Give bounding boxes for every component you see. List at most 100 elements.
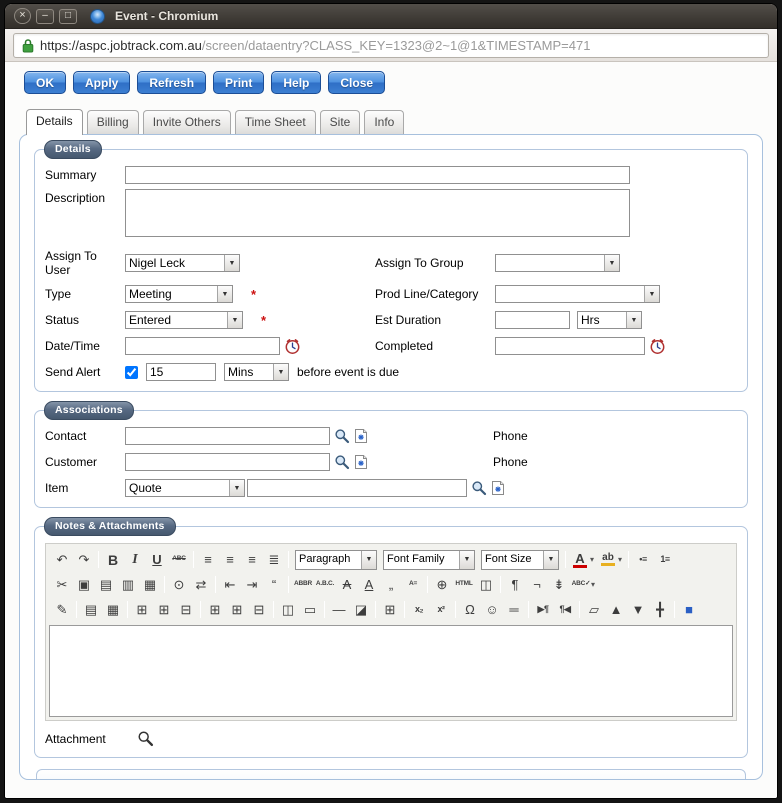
datetime-input[interactable] — [125, 337, 280, 355]
insert-column-after-icon[interactable]: ⊞ — [226, 599, 248, 620]
acronym-icon[interactable]: A.B.C. — [314, 574, 336, 595]
item-input[interactable] — [247, 479, 467, 497]
citation-icon[interactable]: „ — [380, 574, 402, 595]
underline-icon[interactable]: U — [146, 549, 168, 570]
customer-search-button[interactable] — [334, 454, 350, 470]
find-replace-icon[interactable]: ⇄ — [190, 574, 212, 595]
preview-icon[interactable]: ◫ — [475, 574, 497, 595]
insert-row-after-icon[interactable]: ⊞ — [153, 599, 175, 620]
delete-column-icon[interactable]: ⊟ — [248, 599, 270, 620]
print-button[interactable]: Print — [213, 71, 264, 94]
send-alert-checkbox[interactable] — [125, 366, 138, 379]
table-row-props-icon[interactable]: ▤ — [80, 599, 102, 620]
ok-button[interactable]: OK — [24, 71, 66, 94]
horizontal-rule-icon[interactable]: — — [328, 599, 350, 620]
undo-icon[interactable]: ↶ — [51, 549, 73, 570]
editor-content-area[interactable] — [49, 625, 733, 717]
est-duration-unit-select[interactable]: Hrs ▼ — [577, 311, 642, 329]
insert-column-before-icon[interactable]: ⊞ — [204, 599, 226, 620]
remove-formatting-icon[interactable]: ◪ — [350, 599, 372, 620]
contact-input[interactable] — [125, 427, 330, 445]
completed-input[interactable] — [495, 337, 645, 355]
bullet-list-icon[interactable]: •≡ — [632, 549, 654, 570]
html-source-icon[interactable]: HTML — [453, 574, 475, 595]
paste-icon[interactable]: ▤ — [95, 574, 117, 595]
ltr-icon[interactable]: ▶¶ — [532, 599, 554, 620]
insert-row-before-icon[interactable]: ⊞ — [131, 599, 153, 620]
address-bar[interactable]: https://aspc.jobtrack.com.au/screen/data… — [13, 33, 769, 58]
bold-icon[interactable]: B — [102, 549, 124, 570]
item-type-select[interactable]: Quote ▼ — [125, 479, 245, 497]
emotions-icon[interactable]: ☺ — [481, 599, 503, 620]
prod-line-category-select[interactable]: ▼ — [495, 285, 660, 303]
subscript-icon[interactable]: x₂ — [408, 599, 430, 620]
alert-unit-select[interactable]: Mins ▼ — [224, 363, 289, 381]
paragraph-format-select[interactable]: Paragraph ▼ — [295, 550, 377, 570]
copy-icon[interactable]: ▣ — [73, 574, 95, 595]
find-icon[interactable]: ⊙ — [168, 574, 190, 595]
tab-time-sheet[interactable]: Time Sheet — [235, 110, 316, 134]
numbered-list-icon[interactable]: 1≡ — [654, 549, 676, 570]
move-backward-icon[interactable]: ▼ — [627, 599, 649, 620]
tab-site[interactable]: Site — [320, 110, 361, 134]
merge-cells-icon[interactable]: ▭ — [299, 599, 321, 620]
tab-details[interactable]: Details — [26, 109, 83, 135]
absolute-position-icon[interactable]: ╋ — [649, 599, 671, 620]
paste-word-icon[interactable]: ▦ — [139, 574, 161, 595]
special-char-icon[interactable]: Ω — [459, 599, 481, 620]
item-search-button[interactable] — [471, 480, 487, 496]
est-duration-input[interactable] — [495, 311, 570, 329]
item-new-button[interactable] — [491, 480, 505, 496]
move-forward-icon[interactable]: ▲ — [605, 599, 627, 620]
description-input[interactable] — [125, 189, 630, 237]
tab-invite-others[interactable]: Invite Others — [143, 110, 231, 134]
tab-billing[interactable]: Billing — [87, 110, 139, 134]
text-color-menu-icon[interactable]: ▾ — [587, 549, 597, 570]
highlight-color-menu-icon[interactable]: ▾ — [615, 549, 625, 570]
summary-input[interactable] — [125, 166, 630, 184]
ins-icon[interactable]: A — [358, 574, 380, 595]
blockquote-icon[interactable]: “ — [263, 574, 285, 595]
superscript-icon[interactable]: x² — [430, 599, 452, 620]
align-justify-icon[interactable]: ≣ — [263, 549, 285, 570]
window-titlebar[interactable]: × – □ Event - Chromium — [5, 4, 777, 29]
strikethrough-icon[interactable]: ABC — [168, 549, 190, 570]
alert-minutes-input[interactable] — [146, 363, 216, 381]
indent-icon[interactable]: ⇥ — [241, 574, 263, 595]
tab-info[interactable]: Info — [364, 110, 404, 134]
advanced-hr-icon[interactable]: ═ — [503, 599, 525, 620]
attachment-search-button[interactable] — [137, 730, 154, 747]
page-break-icon[interactable]: ⇟ — [548, 574, 570, 595]
cut-icon[interactable]: ✂ — [51, 574, 73, 595]
customer-input[interactable] — [125, 453, 330, 471]
help-button[interactable]: Help — [271, 71, 321, 94]
refresh-button[interactable]: Refresh — [137, 71, 206, 94]
spellcheck-menu-icon[interactable]: ▾ — [588, 574, 598, 595]
insert-layer-icon[interactable]: ▱ — [583, 599, 605, 620]
align-right-icon[interactable]: ≡ — [241, 549, 263, 570]
apply-button[interactable]: Apply — [73, 71, 130, 94]
window-close-button[interactable]: × — [14, 8, 31, 24]
type-select[interactable]: Meeting ▼ — [125, 285, 233, 303]
assign-to-group-select[interactable]: ▼ — [495, 254, 620, 272]
font-size-select[interactable]: Font Size ▼ — [481, 550, 559, 570]
style-props-icon[interactable]: ✎ — [51, 599, 73, 620]
contact-new-button[interactable] — [354, 428, 368, 444]
customer-new-button[interactable] — [354, 454, 368, 470]
align-center-icon[interactable]: ≡ — [219, 549, 241, 570]
paragraph-mark-icon[interactable]: ¶ — [504, 574, 526, 595]
table-cell-props-icon[interactable]: ▦ — [102, 599, 124, 620]
close-button[interactable]: Close — [328, 71, 385, 94]
split-cells-icon[interactable]: ◫ — [277, 599, 299, 620]
attributes-icon[interactable]: A= — [402, 574, 424, 595]
window-minimize-button[interactable]: – — [36, 9, 54, 24]
redo-icon[interactable]: ↷ — [73, 549, 95, 570]
fullpage-icon[interactable]: ■ — [678, 599, 700, 620]
status-select[interactable]: Entered ▼ — [125, 311, 243, 329]
completed-picker-button[interactable] — [649, 338, 666, 355]
paste-text-icon[interactable]: ▥ — [117, 574, 139, 595]
assign-to-user-select[interactable]: Nigel Leck ▼ — [125, 254, 240, 272]
datetime-picker-button[interactable] — [284, 338, 301, 355]
rtl-icon[interactable]: ¶◀ — [554, 599, 576, 620]
visual-aid-icon[interactable]: ⊞ — [379, 599, 401, 620]
